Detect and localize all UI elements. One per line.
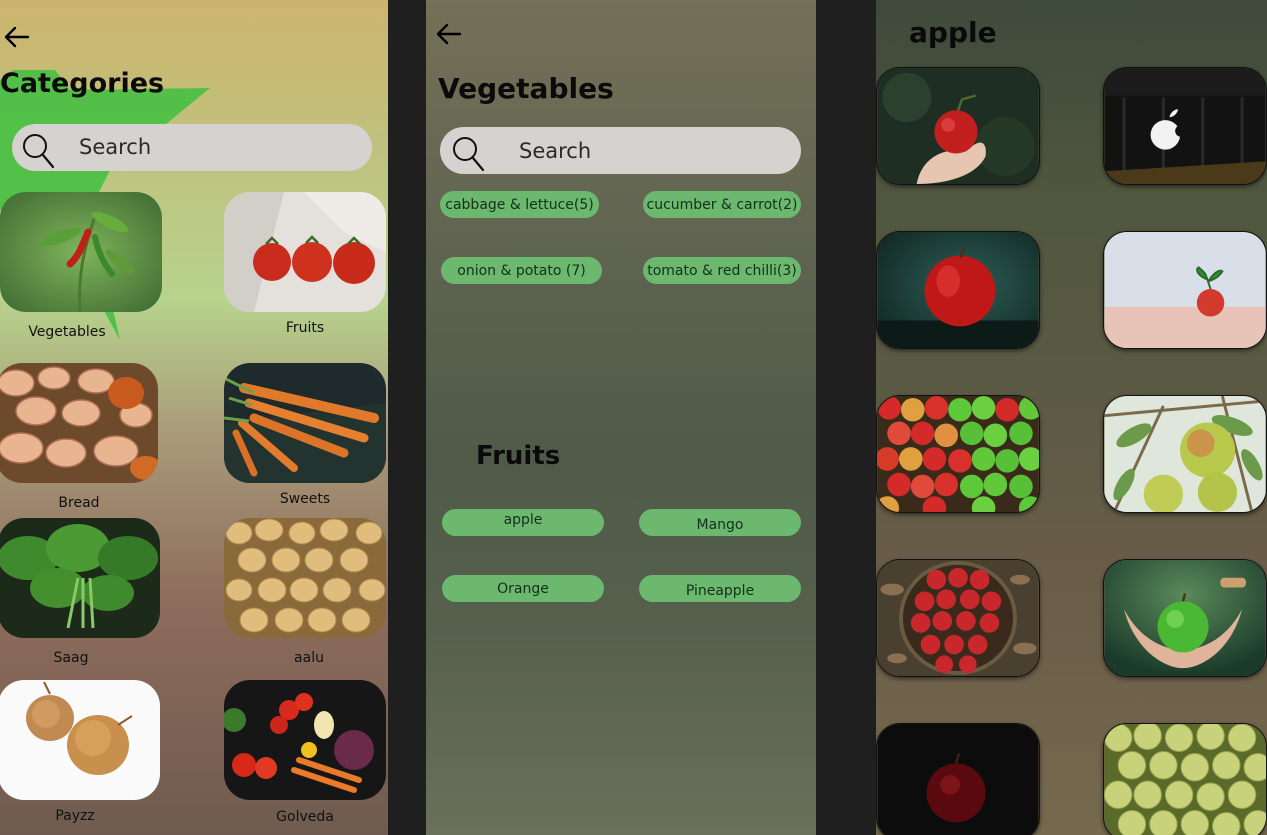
category-label: Payzz [55,808,95,824]
back-button[interactable] [436,23,462,45]
red-green-apples-pile-image [877,396,1039,512]
apple-photo-tree[interactable] [1103,395,1267,513]
potatoes-image [224,518,386,638]
category-label: Golveda [276,809,334,825]
fruits-heading: Fruits [476,441,561,471]
apples-on-tree-image [1104,396,1266,512]
search-placeholder: Search [79,135,152,159]
fruit-chip-orange[interactable]: Orange [442,575,604,602]
search-placeholder: Search [519,139,592,163]
category-label: Fruits [285,320,325,336]
search-icon [23,134,55,169]
page-title: Vegetables [438,72,614,105]
vegetable-chip-tomato-red-chilli[interactable]: tomato & red chilli(3) [643,257,801,284]
category-tile-bread[interactable] [0,363,158,483]
categories-screen: Categories Search Vegetables Fruits Brea… [0,0,388,835]
category-label: aalu [294,650,324,666]
category-label: Vegetables [28,324,106,340]
apple-photo-hand[interactable] [876,67,1040,185]
apples-in-basket-image [877,560,1039,676]
apple-photo-pink-table[interactable] [1103,231,1267,349]
vegetable-chip-cucumber-carrot[interactable]: cucumber & carrot(2) [643,191,801,218]
category-tile-sweets[interactable] [224,363,386,483]
vegetable-chip-cabbage-lettuce[interactable]: cabbage & lettuce(5) [440,191,599,218]
apple-photo-dark[interactable] [876,723,1040,835]
apple-screen: apple [876,0,1267,835]
apple-in-hand-image [877,68,1039,184]
green-apples-pile-image [1104,724,1266,835]
search-input[interactable]: Search [440,127,801,174]
category-tile-golveda[interactable] [224,680,386,800]
vegetables-screen: Vegetables Search cabbage & lettuce(5) c… [426,0,816,835]
page-title: Categories [0,68,165,99]
apple-photo-dark-green[interactable] [876,231,1040,349]
category-tile-fruits[interactable] [224,192,386,312]
apple-on-table-image [1104,232,1266,348]
apple-photo-green-pile[interactable] [1103,723,1267,835]
vegetable-chip-onion-potato[interactable]: onion & potato (7) [441,257,602,284]
carrots-image [224,363,386,483]
page-title: apple [909,16,997,49]
chilli-plant-image [0,192,162,312]
spinach-image [0,518,160,638]
category-tile-saag[interactable] [0,518,160,638]
tomatoes-image [224,192,386,312]
search-input[interactable]: Search [12,124,372,171]
back-button[interactable] [4,26,30,48]
search-icon [453,137,485,172]
arrow-left-icon [4,26,30,48]
apple-photo-basket[interactable] [876,559,1040,677]
pumpkins-image [0,363,158,483]
category-label: Saag [53,650,89,666]
category-tile-aalu[interactable] [224,518,386,638]
category-label: Sweets [279,491,331,507]
category-tile-vegetables[interactable] [0,192,162,312]
apple-photo-store-logo[interactable] [1103,67,1267,185]
fruit-chip-apple[interactable]: apple [442,509,604,536]
apple-photo-green-hands[interactable] [1103,559,1267,677]
mixed-vegetables-image [224,680,386,800]
arrow-left-icon [436,23,462,45]
category-label: Bread [58,495,100,511]
fruit-chip-mango[interactable]: Mango [639,509,801,536]
onions-image [0,680,160,800]
green-apple-in-hands-image [1104,560,1266,676]
apple-dark-background-image [877,724,1039,835]
apple-photo-mixed-pile[interactable] [876,395,1040,513]
apple-logo-store-image [1104,68,1266,184]
category-tile-payzz[interactable] [0,680,160,800]
fruit-chip-pineapple[interactable]: Pineapple [639,575,801,602]
red-apple-green-bg-image [877,232,1039,348]
